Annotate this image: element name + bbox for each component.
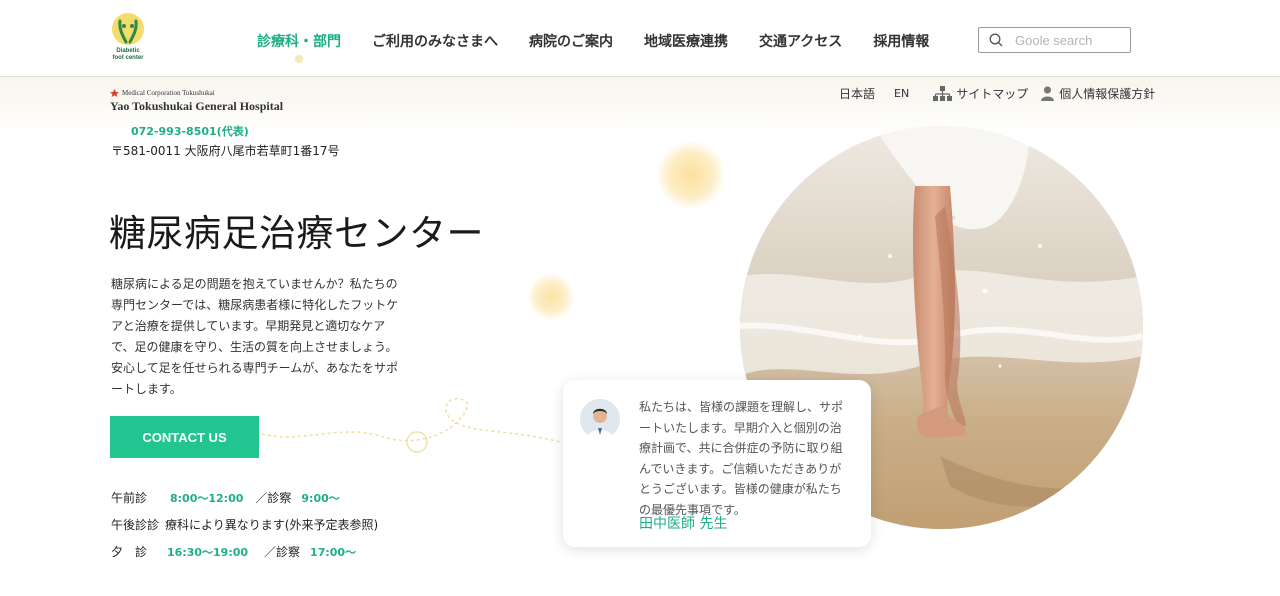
privacy-label: 個人情報保護方針 <box>1059 87 1156 101</box>
hospital-name: Yao Tokushukai General Hospital <box>110 99 284 113</box>
decor-glow-small <box>527 273 575 321</box>
utility-links: 日本語 EN サイトマップ 個人情報保護方針 <box>839 85 1155 102</box>
hours-morning-sep: ／診察 <box>255 491 292 505</box>
hero-description: 糖尿病による足の問題を抱えていませんか？私たちの専門センターでは、糖尿病患者様に… <box>111 277 399 396</box>
search-icon[interactable] <box>989 33 1003 47</box>
search-box[interactable] <box>978 27 1131 53</box>
privacy-link[interactable]: 個人情報保護方針 <box>1041 85 1155 102</box>
hours-afternoon-text: 療科により異なります(外来予定表参照) <box>165 518 379 532</box>
nav-item-regional[interactable]: 地域医療連携 <box>644 31 728 51</box>
doctor-message-card: 私たちは、皆様の課題を理解し、サポートいたします。早期介入と個別の治療計画で、共… <box>563 380 871 547</box>
hours-evening-exam: 17:00〜 <box>310 545 357 559</box>
person-icon <box>1041 86 1055 101</box>
sitemap-icon <box>933 86 953 101</box>
logo-text-line1: Diabetic <box>116 48 140 54</box>
logo-text-line2: foot center <box>112 55 144 61</box>
hours-afternoon-label: 午後診診 <box>111 518 160 532</box>
hospital-phone[interactable]: 072-993-8501(代表) <box>131 123 249 139</box>
hospital-address: 〒581-0011 大阪府八尾市若草町1番17号 <box>111 144 340 158</box>
hours-row-evening: 夕 診 16:30〜19:00 ／診察 17:00〜 <box>111 538 378 565</box>
sitemap-link[interactable]: サイトマップ <box>933 85 1028 102</box>
hours-morning-time: 8:00〜12:00 <box>170 491 244 505</box>
lang-ja-link[interactable]: 日本語 <box>839 85 875 102</box>
nav-item-access[interactable]: 交通アクセス <box>759 31 842 51</box>
search-input[interactable] <box>1015 32 1125 48</box>
tokushukai-mark-icon <box>110 89 119 97</box>
hospital-logo[interactable]: Medical Corporation Tokushukai Yao Tokus… <box>110 89 283 114</box>
hours-morning-exam: 9:00〜 <box>301 491 340 505</box>
foot-logo-icon <box>112 13 144 45</box>
hours-morning-label: 午前診 <box>111 491 148 505</box>
doctor-name: 田中医師 先生 <box>639 516 728 532</box>
site-logo[interactable]: Diabetic foot center <box>108 12 148 66</box>
doctor-message-text: 私たちは、皆様の課題を理解し、サポートいたします。早期介入と個別の治療計画で、共… <box>639 400 844 517</box>
lang-en-link[interactable]: EN <box>894 87 909 100</box>
main-nav: 診療科・部門 ご利用のみなさまへ 病院のご案内 地域医療連携 交通アクセス 採用… <box>257 31 960 51</box>
nav-item-about[interactable]: 病院のご案内 <box>529 31 613 51</box>
hours-evening-sep: ／診察 <box>264 545 301 559</box>
sitemap-label: サイトマップ <box>956 87 1029 101</box>
nav-item-departments[interactable]: 診療科・部門 <box>257 31 341 51</box>
decor-glow-large <box>656 140 726 210</box>
doctor-avatar <box>580 399 620 439</box>
nav-item-visitors[interactable]: ご利用のみなさまへ <box>372 31 498 51</box>
page-title: 糖尿病足治療センター <box>109 212 484 255</box>
decor-squiggle <box>261 397 561 453</box>
hours-row-morning: 午前診 8:00〜12:00 ／診察 9:00〜 <box>111 484 378 511</box>
contact-us-button[interactable]: CONTACT US <box>110 416 259 458</box>
site-header: Diabetic foot center 診療科・部門 ご利用のみなさまへ 病院… <box>0 0 1280 77</box>
hours-row-afternoon: 午後診診 療科により異なります(外来予定表参照) <box>111 511 378 538</box>
consultation-hours: 午前診 8:00〜12:00 ／診察 9:00〜 午後診診 療科により異なります… <box>111 484 378 565</box>
doctor-portrait-icon <box>580 399 620 439</box>
hours-evening-time: 16:30〜19:00 <box>167 545 249 559</box>
hours-evening-label: 夕 診 <box>111 545 148 559</box>
nav-item-recruit[interactable]: 採用情報 <box>873 31 929 51</box>
nav-active-indicator <box>295 55 303 63</box>
hospital-corp: Medical Corporation Tokushukai <box>122 89 215 97</box>
